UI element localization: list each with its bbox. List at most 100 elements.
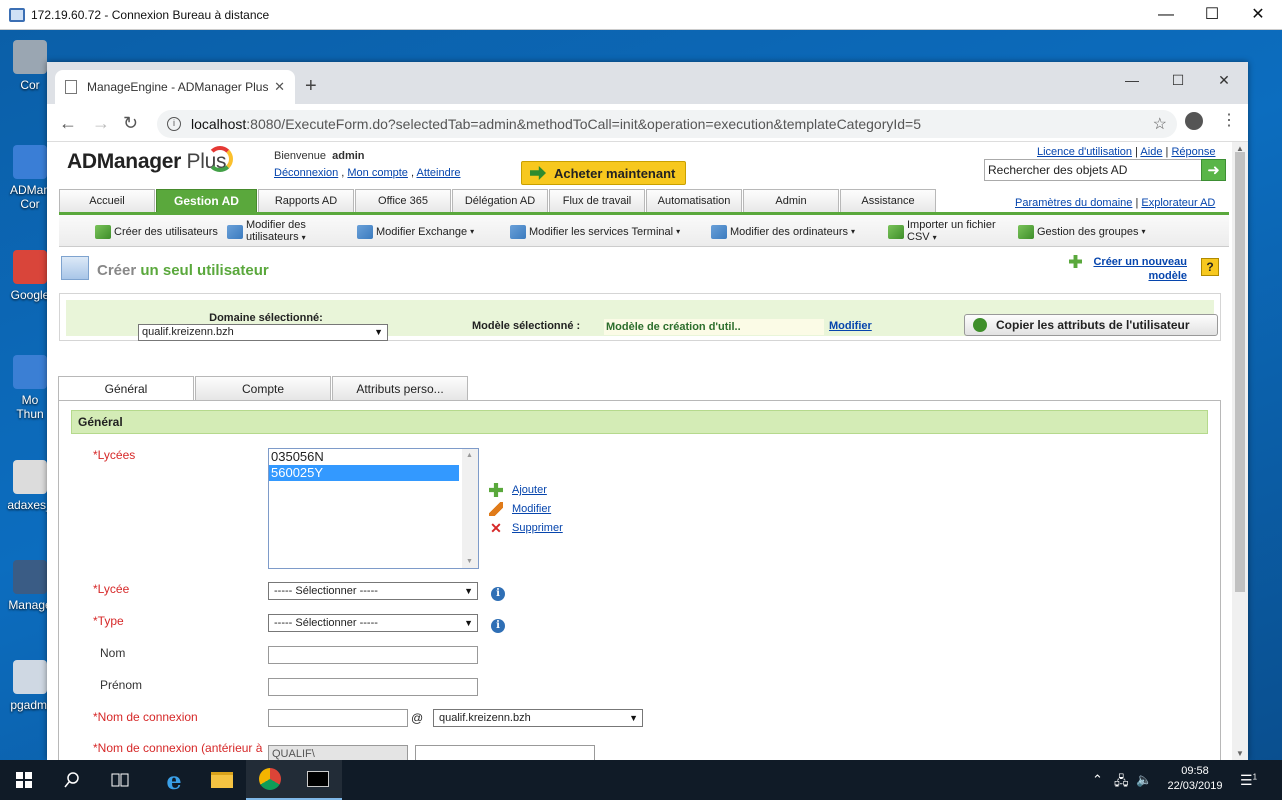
prenom-input[interactable]	[268, 678, 478, 696]
buy-now-button[interactable]: Acheter maintenant	[521, 161, 686, 185]
forward-arrow-icon[interactable]: →	[92, 112, 110, 134]
task-view-icon	[111, 773, 129, 787]
remote-desktop-icon	[9, 7, 25, 22]
my-account-link[interactable]: Mon compte	[347, 167, 408, 179]
copy-user-attributes-button[interactable]: Copier les attributs de l'utilisateur	[964, 314, 1218, 336]
task-view-button[interactable]	[96, 760, 144, 800]
taskbar-cmd[interactable]	[294, 760, 342, 800]
tab-assistance[interactable]: Assistance	[840, 189, 936, 212]
browser-window: ManageEngine - ADManager Plus ✕ + — ☐ ✕ …	[47, 62, 1248, 760]
site-info-icon[interactable]: i	[167, 117, 181, 131]
plus-icon	[489, 483, 503, 497]
account-avatar-icon[interactable]	[1185, 112, 1203, 130]
network-icon[interactable]: 🖧	[1114, 772, 1129, 794]
tab-automatisation[interactable]: Automatisation	[646, 189, 742, 212]
scrollbar-thumb[interactable]	[1235, 152, 1245, 592]
bookmark-star-icon[interactable]: ☆	[1153, 114, 1167, 134]
app-shortcut-icon	[13, 40, 47, 74]
login-input[interactable]	[268, 709, 408, 727]
tab-flux-de-travail[interactable]: Flux de travail	[549, 189, 645, 212]
tab-rapports-ad[interactable]: Rapports AD	[258, 189, 354, 212]
back-arrow-icon[interactable]: ←	[59, 112, 77, 134]
tab-delegation-ad[interactable]: Délégation AD	[452, 189, 548, 212]
new-template-link[interactable]: Créer un nouveau modèle	[1069, 255, 1187, 283]
start-button[interactable]	[0, 760, 48, 800]
reach-link[interactable]: Atteindre	[416, 167, 460, 179]
answer-link[interactable]: Réponse	[1171, 146, 1215, 158]
template-modify-link[interactable]: Modifier	[829, 320, 872, 332]
subnav-import-csv[interactable]: Importer un fichier CSV ▾	[888, 219, 996, 244]
welcome-user: admin	[332, 150, 365, 162]
ad-explorer-link[interactable]: Explorateur AD	[1141, 197, 1215, 209]
tab-office-365[interactable]: Office 365	[355, 189, 451, 212]
reload-icon[interactable]: ↻	[123, 112, 138, 134]
browser-menu-icon[interactable]: ⋮	[1221, 110, 1237, 130]
browser-close-button[interactable]: ✕	[1201, 66, 1247, 94]
license-link[interactable]: Licence d'utilisation	[1037, 146, 1132, 158]
taskbar-explorer[interactable]	[198, 760, 246, 800]
type-select[interactable]: ----- Sélectionner -----	[268, 614, 478, 632]
new-tab-button[interactable]: +	[305, 76, 317, 96]
tab-attributs-perso[interactable]: Attributs perso...	[332, 376, 468, 401]
subnav-modify-computers[interactable]: Modifier des ordinateurs ▾	[711, 225, 855, 239]
browser-tab[interactable]: ManageEngine - ADManager Plus ✕	[55, 70, 295, 104]
taskbar-chrome[interactable]	[246, 760, 294, 800]
info-icon[interactable]: i	[491, 619, 505, 633]
tab-admin[interactable]: Admin	[743, 189, 839, 212]
tab-gestion-ad[interactable]: Gestion AD	[156, 189, 257, 212]
browser-minimize-button[interactable]: —	[1109, 66, 1155, 94]
taskbar-ie[interactable]: e	[150, 760, 198, 800]
lycee-select[interactable]: ----- Sélectionner -----	[268, 582, 478, 600]
subnav-modify-exchange[interactable]: Modifier Exchange ▾	[357, 225, 474, 239]
tab-general[interactable]: Général	[58, 376, 194, 401]
rdp-maximize-button[interactable]: ☐	[1189, 0, 1235, 30]
logo-text-main: ADManager	[67, 150, 181, 173]
page-scrollbar[interactable]: ▲ ▼	[1232, 142, 1248, 760]
browser-toolbar: ← → ↻ i localhost:8080/ExecuteForm.do?se…	[47, 104, 1248, 142]
domain-select[interactable]: qualif.kreizenn.bzh	[138, 324, 388, 341]
main-nav-tabs: Accueil Gestion AD Rapports AD Office 36…	[59, 189, 937, 212]
search-go-button[interactable]: ➜	[1201, 159, 1226, 181]
edit-link-label[interactable]: Modifier	[512, 503, 551, 515]
add-lycee-link[interactable]: Ajouter	[489, 483, 547, 497]
notification-icon[interactable]: ☰1	[1240, 772, 1257, 789]
address-bar[interactable]: i localhost:8080/ExecuteForm.do?selected…	[157, 110, 1177, 138]
search-button[interactable]	[48, 760, 96, 800]
subnav-modify-users[interactable]: Modifier des utilisateurs ▾	[227, 219, 306, 244]
help-link[interactable]: Aide	[1140, 146, 1162, 158]
rdp-minimize-button[interactable]: —	[1143, 0, 1189, 30]
tray-chevron-up-icon[interactable]: ⌃	[1092, 772, 1103, 788]
chevron-down-icon: ▾	[676, 227, 681, 236]
logout-link[interactable]: Déconnexion	[274, 167, 338, 179]
subnav-create-users[interactable]: Créer des utilisateurs▾	[95, 225, 218, 239]
info-icon[interactable]: i	[491, 587, 505, 601]
list-item-selected[interactable]: 560025Y	[269, 465, 459, 481]
browser-maximize-button[interactable]: ☐	[1155, 66, 1201, 94]
nom-input[interactable]	[268, 646, 478, 664]
tab-accueil[interactable]: Accueil	[59, 189, 155, 212]
tab-compte[interactable]: Compte	[195, 376, 331, 401]
top-links: Licence d'utilisation | Aide | Réponse	[1037, 146, 1216, 158]
new-template-line1[interactable]: Créer un nouveau	[1093, 256, 1187, 268]
lycees-listbox[interactable]: 035056N 560025Y ▲ ▼	[268, 448, 479, 569]
tab-close-icon[interactable]: ✕	[274, 79, 285, 95]
taskbar-clock[interactable]: 09:58 22/03/2019	[1160, 764, 1230, 794]
domain-settings-link[interactable]: Paramètres du domaine	[1015, 197, 1132, 209]
subnav-group-management[interactable]: Gestion des groupes ▾	[1018, 225, 1146, 239]
new-template-line2[interactable]: modèle	[1148, 270, 1187, 282]
add-link-label[interactable]: Ajouter	[512, 484, 547, 496]
list-item[interactable]: 035056N	[269, 449, 459, 465]
rdp-close-button[interactable]: ✕	[1235, 0, 1281, 30]
delete-lycee-link[interactable]: ✕ Supprimer	[489, 521, 563, 535]
listbox-scrollbar[interactable]: ▲ ▼	[462, 449, 478, 568]
ad-search-input[interactable]: Rechercher des objets AD	[984, 159, 1204, 181]
login-pre2000-input[interactable]	[415, 745, 595, 760]
scroll-down-icon[interactable]: ▼	[1236, 749, 1244, 758]
edit-lycee-link[interactable]: Modifier	[489, 502, 551, 516]
login-domain-select[interactable]: qualif.kreizenn.bzh	[433, 709, 643, 727]
delete-link-label[interactable]: Supprimer	[512, 522, 563, 534]
subnav-label: Modifier les services Terminal	[529, 226, 674, 238]
subnav-modify-terminal[interactable]: Modifier les services Terminal ▾	[510, 225, 680, 239]
help-icon[interactable]: ?	[1201, 258, 1219, 276]
volume-icon[interactable]: 🔈	[1136, 772, 1152, 788]
